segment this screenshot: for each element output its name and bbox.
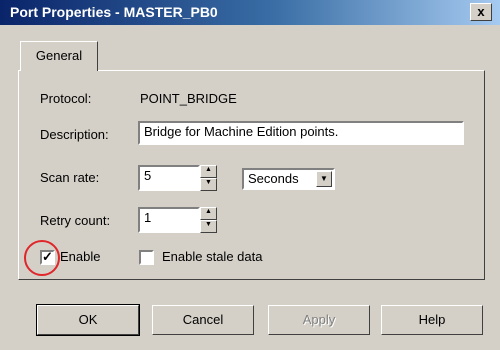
- highlight-ring-annotation: [24, 240, 60, 276]
- scan-rate-unit-select[interactable]: Seconds ▼: [242, 168, 335, 190]
- ok-button[interactable]: OK: [36, 304, 140, 336]
- description-field[interactable]: Bridge for Machine Edition points.: [138, 121, 464, 145]
- stale-data-label: Enable stale data: [162, 249, 263, 264]
- close-icon: x: [477, 4, 485, 19]
- cancel-button[interactable]: Cancel: [152, 305, 254, 335]
- retry-count-label: Retry count:: [40, 213, 111, 228]
- description-label: Description:: [40, 127, 109, 142]
- stale-data-checkbox[interactable]: [139, 250, 154, 265]
- spin-down-icon[interactable]: ▼: [200, 178, 217, 191]
- help-button[interactable]: Help: [381, 305, 483, 335]
- apply-button[interactable]: Apply: [268, 305, 370, 335]
- retry-count-field[interactable]: 1: [138, 207, 200, 233]
- scan-rate-label: Scan rate:: [40, 170, 100, 185]
- spin-up-icon[interactable]: ▲: [200, 165, 217, 178]
- tab-general[interactable]: General: [20, 41, 98, 71]
- title-bar[interactable]: Port Properties - MASTER_PB0 x: [0, 0, 500, 25]
- close-button[interactable]: x: [470, 3, 492, 21]
- window-title: Port Properties - MASTER_PB0: [10, 4, 218, 20]
- protocol-label: Protocol:: [40, 91, 92, 106]
- spin-up-icon[interactable]: ▲: [200, 207, 217, 220]
- retry-count-spinner[interactable]: ▲ ▼: [200, 207, 217, 233]
- general-panel: Protocol: POINT_BRIDGE Description: Brid…: [18, 70, 485, 280]
- spin-down-icon[interactable]: ▼: [200, 220, 217, 233]
- scan-rate-unit-value: Seconds: [248, 171, 299, 186]
- scan-rate-field[interactable]: 5: [138, 165, 200, 191]
- port-properties-dialog: Port Properties - MASTER_PB0 x General P…: [0, 0, 500, 350]
- chevron-down-icon[interactable]: ▼: [316, 171, 332, 187]
- enable-label: Enable: [60, 249, 101, 264]
- protocol-value: POINT_BRIDGE: [140, 91, 237, 106]
- scan-rate-spinner[interactable]: ▲ ▼: [200, 165, 217, 191]
